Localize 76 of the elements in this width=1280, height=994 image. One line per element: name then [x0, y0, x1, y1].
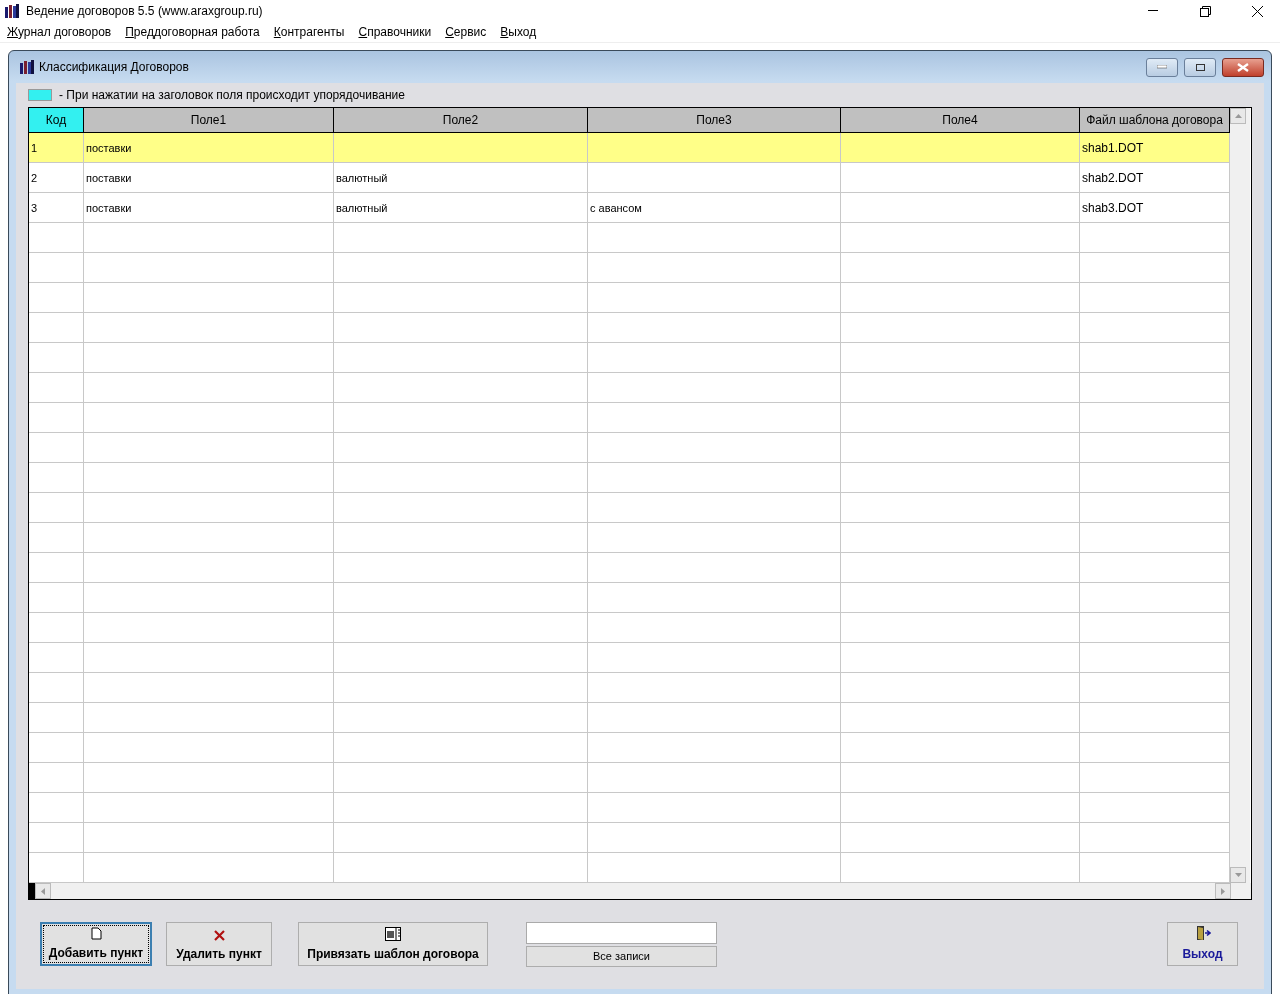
menu-item[interactable]: Преддоговорная работа — [125, 25, 260, 39]
table-cell — [29, 583, 84, 613]
restore-icon — [1199, 5, 1211, 17]
window-title: Классификация Договоров — [39, 60, 190, 74]
table-row[interactable]: 3 поставки валютный с авансом shab3.DOT — [29, 193, 1230, 223]
close-icon — [1237, 62, 1249, 72]
column-header[interactable]: Файл шаблона договора — [1080, 108, 1230, 132]
table-cell: поставки — [84, 133, 334, 163]
table-row[interactable]: 1 поставки shab1.DOT — [29, 133, 1230, 163]
menu-item[interactable]: Справочники — [358, 25, 432, 39]
books-icon — [4, 3, 20, 19]
search-field[interactable] — [526, 921, 717, 944]
column-header[interactable]: Код — [29, 108, 84, 132]
table-cell — [29, 373, 84, 403]
table-cell: валютный — [334, 163, 588, 193]
table-cell — [29, 673, 84, 703]
table-cell — [29, 283, 84, 313]
table-row[interactable]: 2 поставки валютный shab2.DOT — [29, 163, 1230, 193]
filter-button[interactable]: Все записи — [526, 945, 717, 967]
door-icon — [1194, 925, 1211, 941]
table-cell — [29, 223, 84, 253]
table-cell — [29, 313, 84, 343]
column-header[interactable]: Поле2 — [334, 108, 588, 132]
table-cell — [29, 553, 84, 583]
close-icon — [213, 930, 225, 941]
template-icon — [385, 927, 401, 941]
table-cell: поставки — [84, 163, 334, 193]
table-cell — [29, 463, 84, 493]
toolbar-button[interactable]: Привязать шаблон договора — [298, 922, 488, 966]
close-icon — [1251, 5, 1263, 17]
horizontal-scrollbar[interactable] — [29, 883, 1251, 899]
table-cell: поставки — [84, 193, 334, 223]
table-cell — [29, 793, 84, 823]
document-icon — [90, 927, 102, 940]
maximize-button[interactable] — [1184, 57, 1216, 77]
table-cell: 1 — [29, 133, 84, 163]
table-cell — [29, 343, 84, 373]
table-cell — [29, 253, 84, 283]
down-arrow-icon — [1234, 873, 1242, 877]
table-cell — [29, 433, 84, 463]
toolbar-button[interactable]: Добавить пункт — [40, 922, 152, 966]
table-cell — [29, 823, 84, 853]
table-cell — [29, 733, 84, 763]
legend-text: - При нажатии на заголовок поля происходит упорядочивание — [59, 88, 405, 102]
menu-item[interactable]: Выход — [500, 25, 537, 39]
column-header[interactable]: Поле3 — [588, 108, 841, 132]
maximize-icon — [1195, 63, 1205, 71]
menu-item[interactable]: Сервис — [445, 25, 487, 39]
minimize-icon — [1157, 65, 1167, 69]
close-button[interactable] — [1222, 57, 1264, 77]
up-arrow-icon — [1234, 114, 1242, 118]
window-title: Ведение договоров 5.5 (www.araxgroup.ru) — [26, 4, 264, 18]
left-arrow-icon — [41, 887, 45, 895]
exit-button[interactable]: Выход — [1167, 922, 1238, 966]
table-cell: shab1.DOT — [1080, 133, 1230, 163]
column-header[interactable]: Поле4 — [841, 108, 1080, 132]
table-cell — [29, 763, 84, 793]
menu-item[interactable]: Контрагенты — [273, 25, 345, 39]
toolbar-button[interactable]: Удалить пункт — [166, 922, 272, 966]
table-cell — [29, 523, 84, 553]
minimize-icon — [1148, 10, 1158, 12]
table-cell — [29, 403, 84, 433]
right-arrow-icon — [1221, 887, 1225, 895]
minimize-button[interactable] — [1146, 57, 1178, 77]
table-cell: с авансом — [588, 193, 841, 223]
table-cell: валютный — [334, 193, 588, 223]
books-icon — [19, 59, 35, 75]
column-header[interactable]: Поле1 — [84, 108, 334, 132]
vertical-scrollbar[interactable] — [1230, 108, 1250, 883]
menu-item[interactable]: Журнал договоров — [7, 25, 112, 39]
table-cell: 2 — [29, 163, 84, 193]
table-cell — [29, 493, 84, 523]
table-cell — [29, 613, 84, 643]
table-cell — [29, 643, 84, 673]
table-cell: 3 — [29, 193, 84, 223]
table-cell — [29, 703, 84, 733]
